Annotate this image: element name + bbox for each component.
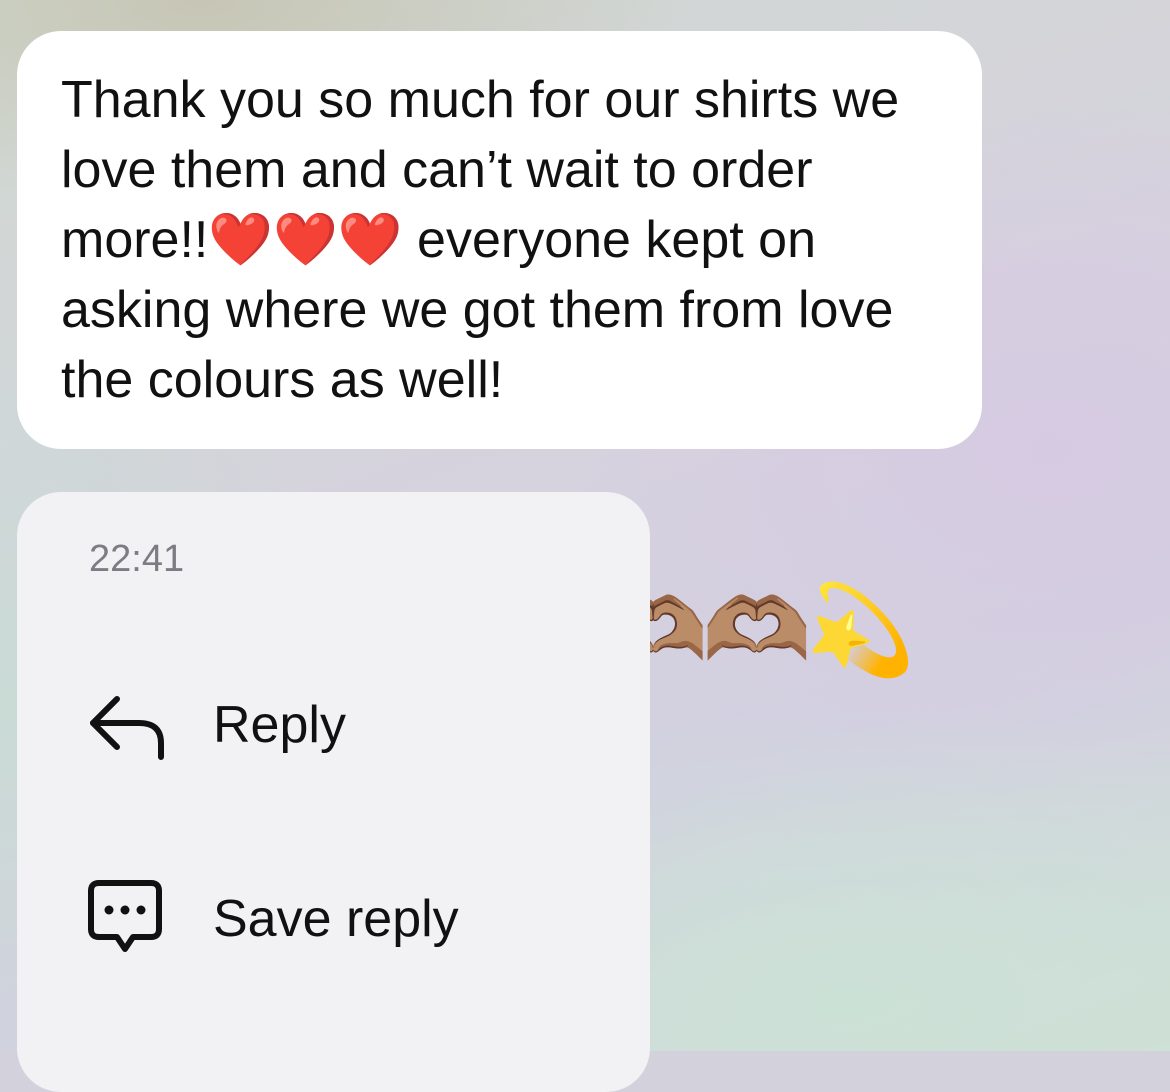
message-bubble[interactable]: Thank you so much for our shirts we love… [17, 31, 982, 449]
message-text: Thank you so much for our shirts we love… [61, 71, 900, 409]
reply-label: Reply [213, 696, 346, 754]
message-timestamp: 22:41 [89, 538, 185, 580]
save-reply-label: Save reply [213, 890, 459, 948]
chat-bubble-dots-icon [87, 879, 173, 959]
reply-button[interactable]: Reply [87, 685, 346, 765]
reply-arrow-icon [87, 685, 173, 765]
context-menu: 22:41 Reply Save reply [17, 492, 650, 1092]
save-reply-button[interactable]: Save reply [87, 879, 459, 959]
